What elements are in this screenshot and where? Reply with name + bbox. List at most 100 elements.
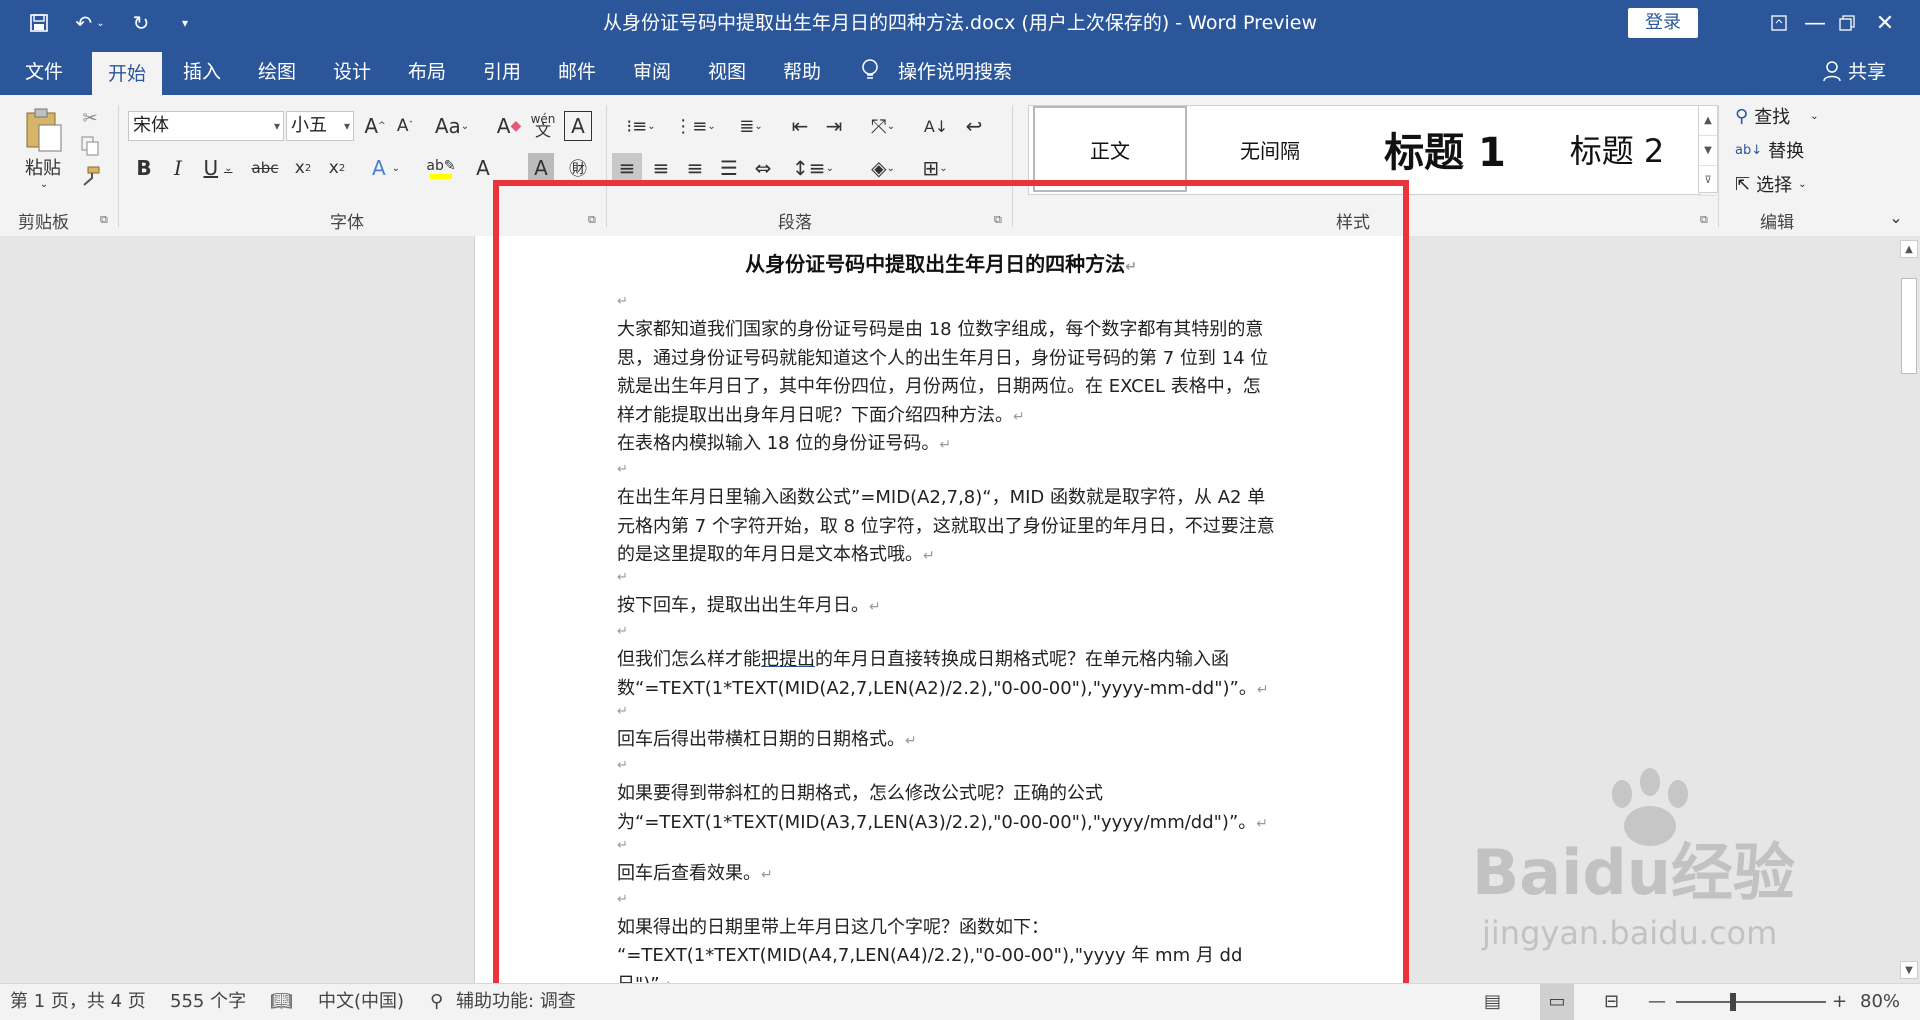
paragraph-intro: 大家都知道我们国家的身份证号码是由 18 位数字组成，每个数字都有其特别的意思，…	[617, 319, 1269, 426]
shading-icon[interactable]: ◈ ⌄	[860, 153, 906, 183]
group-divider	[1718, 105, 1719, 227]
collapse-ribbon-icon[interactable]: ⌄	[1884, 205, 1908, 229]
replace-label: 替换	[1768, 141, 1805, 162]
style-heading-2[interactable]: 标题 2	[1539, 106, 1695, 192]
text-effects-icon[interactable]: A ⌄	[364, 153, 408, 183]
sort-icon[interactable]: A↓	[922, 111, 950, 141]
scroll-up-icon[interactable]: ▲	[1699, 106, 1717, 136]
cut-icon[interactable]: ✂	[78, 107, 102, 129]
styles-gallery-scroll[interactable]: ▲ ▼ ⊽	[1698, 105, 1718, 196]
chinese-layout-icon[interactable]: ⤧ ⌄	[860, 111, 906, 141]
clear-formatting-icon[interactable]: A ◆	[496, 111, 522, 141]
tab-references[interactable]: 引用	[468, 46, 536, 95]
font-color-icon[interactable]: A	[470, 153, 496, 183]
select-button[interactable]: ⇱ 选择 ⌄	[1735, 171, 1806, 197]
tab-file[interactable]: 文件	[10, 46, 78, 95]
font-group-label: 字体	[330, 213, 364, 233]
zoom-slider-thumb[interactable]	[1730, 993, 1736, 1011]
login-button[interactable]: 登录	[1628, 8, 1698, 38]
change-case-icon[interactable]: Aa ⌄	[432, 111, 472, 141]
superscript-icon[interactable]: x2	[324, 153, 350, 183]
borders-icon[interactable]: ⊞ ⌄	[912, 153, 958, 183]
replace-button[interactable]: ab↓ 替换	[1735, 137, 1804, 163]
paste-icon[interactable]	[20, 105, 66, 155]
decrease-indent-icon[interactable]: ⇤	[786, 111, 814, 141]
page-count[interactable]: 第 1 页，共 4 页	[10, 984, 146, 1020]
multilevel-list-icon[interactable]: ≣ ⌄	[728, 111, 774, 141]
scroll-up-icon[interactable]: ▲	[1900, 240, 1918, 258]
justify-icon[interactable]: ☰	[714, 153, 744, 183]
highlight-color-icon[interactable]: ab✎	[416, 153, 466, 183]
italic-icon[interactable]: I	[166, 153, 190, 183]
word-count[interactable]: 555 个字	[170, 984, 246, 1020]
proofing-icon[interactable]: 📖︎	[270, 984, 293, 1020]
tab-help[interactable]: 帮助	[768, 46, 836, 95]
scroll-down-icon[interactable]: ▼	[1900, 961, 1918, 979]
bold-icon[interactable]: B	[132, 153, 156, 183]
tab-design[interactable]: 设计	[318, 46, 386, 95]
numbering-icon[interactable]: ⋮≡ ⌄	[672, 111, 718, 141]
distributed-icon[interactable]: ⇔	[748, 153, 778, 183]
font-name-select[interactable]: 宋体 ▾	[128, 111, 284, 141]
paragraph-mark: ↵	[617, 462, 628, 477]
vertical-scrollbar[interactable]: ▲ ▼	[1898, 236, 1920, 983]
align-left-icon[interactable]: ≡	[612, 153, 642, 183]
zoom-out-icon[interactable]: —	[1648, 984, 1666, 1020]
style-normal[interactable]: 正文	[1033, 106, 1187, 192]
zoom-in-icon[interactable]: +	[1832, 984, 1847, 1020]
show-formatting-marks-icon[interactable]: ↩	[960, 111, 988, 141]
zoom-level[interactable]: 80%	[1860, 984, 1900, 1020]
more-styles-icon[interactable]: ⊽	[1699, 166, 1717, 196]
tab-review[interactable]: 审阅	[618, 46, 686, 95]
character-border-icon[interactable]: A	[564, 111, 592, 141]
read-mode-icon[interactable]: ▤	[1484, 984, 1501, 1020]
strikethrough-icon[interactable]: abc	[248, 153, 282, 183]
scroll-thumb[interactable]	[1901, 278, 1917, 374]
tab-insert[interactable]: 插入	[168, 46, 236, 95]
style-no-spacing[interactable]: 无间隔	[1193, 106, 1347, 192]
clipboard-launcher-icon[interactable]: ⧉	[100, 213, 108, 227]
enclose-characters-icon[interactable]: ㊖	[564, 153, 592, 183]
font-launcher-icon[interactable]: ⧉	[588, 213, 596, 227]
zoom-slider[interactable]	[1676, 984, 1826, 1020]
format-painter-icon[interactable]	[78, 165, 102, 187]
styles-launcher-icon[interactable]: ⧉	[1700, 213, 1708, 227]
increase-indent-icon[interactable]: ⇥	[820, 111, 848, 141]
save-icon[interactable]	[24, 8, 54, 38]
redo-icon[interactable]: ↻	[126, 8, 156, 38]
font-size-select[interactable]: 小五 ▾	[286, 111, 354, 141]
bullets-icon[interactable]: ⁝≡ ⌄	[618, 111, 664, 141]
tell-me-search[interactable]: 操作说明搜索	[898, 46, 1018, 95]
document-page[interactable]: 从身份证号码中提取出生年月日的四种方法↵ ↵ 大家都知道我们国家的身份证号码是由…	[474, 236, 1408, 983]
tab-draw[interactable]: 绘图	[243, 46, 311, 95]
tab-mailings[interactable]: 邮件	[543, 46, 611, 95]
close-icon[interactable]: ✕	[1850, 0, 1920, 46]
shrink-font-icon[interactable]: Aˇ	[392, 111, 418, 141]
undo-icon[interactable]: ↶ ⌄	[70, 8, 110, 38]
web-layout-icon[interactable]: ⊟	[1604, 984, 1619, 1020]
paragraph-launcher-icon[interactable]: ⧉	[994, 213, 1002, 227]
scroll-down-icon[interactable]: ▼	[1699, 136, 1717, 166]
align-center-icon[interactable]: ≡	[646, 153, 676, 183]
find-button[interactable]: ⚲ 查找 ⌄	[1735, 103, 1819, 129]
copy-icon[interactable]	[78, 135, 102, 157]
phonetic-guide-icon[interactable]: wén 文	[530, 109, 556, 141]
subscript-icon[interactable]: x2	[290, 153, 316, 183]
print-layout-icon[interactable]: ▭	[1540, 984, 1574, 1020]
align-right-icon[interactable]: ≡	[680, 153, 710, 183]
accessibility-icon[interactable]: ⚲	[430, 984, 443, 1020]
customize-qat-icon[interactable]: ▾	[175, 8, 195, 38]
tab-view[interactable]: 视图	[693, 46, 761, 95]
language[interactable]: 中文(中国)	[318, 984, 404, 1020]
accessibility-status[interactable]: 辅助功能: 调查	[456, 984, 576, 1020]
tab-layout[interactable]: 布局	[393, 46, 461, 95]
grow-font-icon[interactable]: A ^	[362, 111, 388, 141]
underline-icon[interactable]: U ⌄	[198, 153, 238, 183]
paste-button[interactable]: 粘贴	[18, 155, 68, 179]
line-spacing-icon[interactable]: ↕≡ ⌄	[790, 153, 836, 183]
tab-home[interactable]: 开始	[92, 52, 162, 95]
paste-dropdown-icon[interactable]: ⌄	[34, 177, 54, 191]
character-shading-icon[interactable]: A	[528, 153, 554, 183]
style-heading-1[interactable]: 标题 1	[1357, 106, 1533, 192]
share-button[interactable]: 共享	[1848, 46, 1894, 95]
